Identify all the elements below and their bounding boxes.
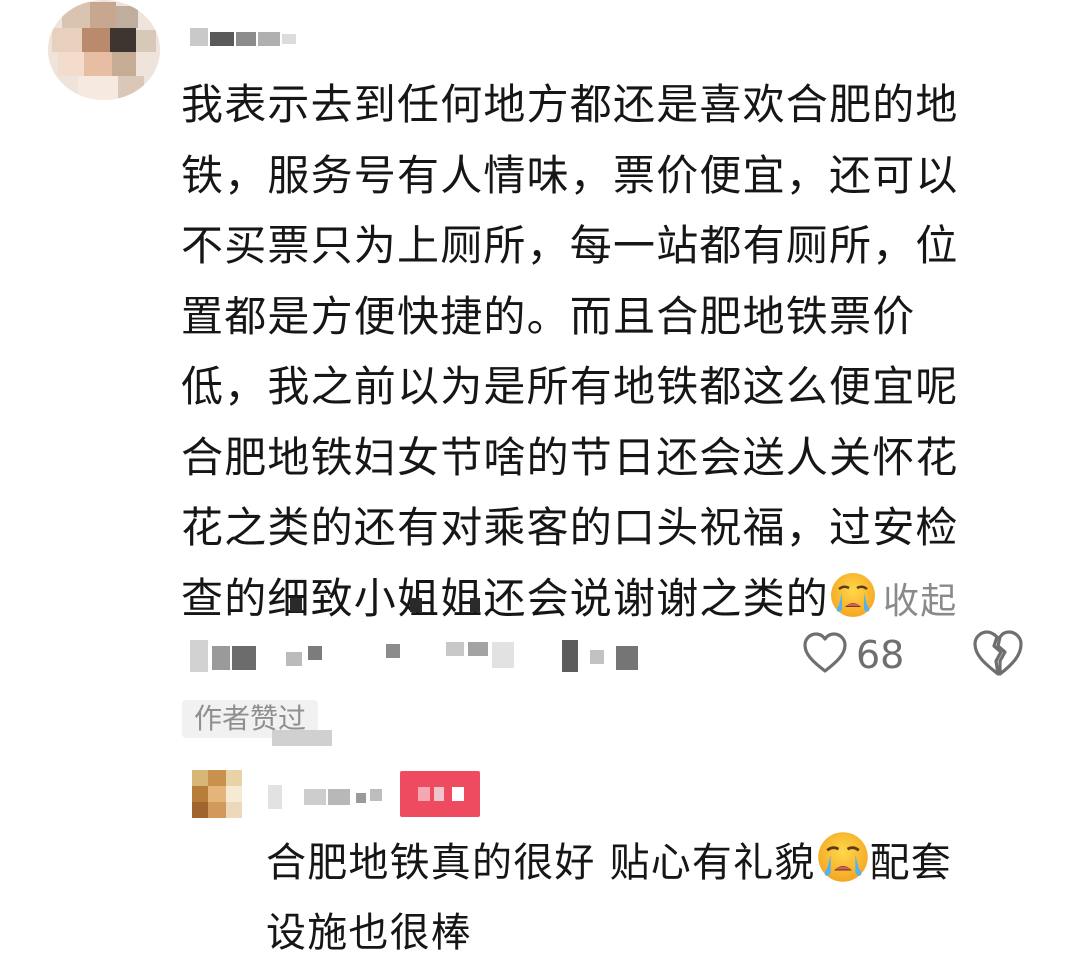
redaction-mark: [470, 598, 480, 612]
broken-heart-icon: [973, 630, 1023, 676]
comment-line: 我表示去到任何地方都还是喜欢合肥的地: [181, 80, 959, 129]
replier-name[interactable]: [268, 785, 388, 809]
crying-face-emoji-icon: [829, 570, 877, 618]
reply-line: 设施也很棒: [266, 910, 472, 956]
author-badge: [400, 771, 480, 817]
like-button[interactable]: 68: [802, 630, 912, 680]
comment-body: 我表示去到任何地方都还是喜欢合肥的地 铁，服务号有人情味，票价便宜，还可以 不买…: [181, 70, 1011, 637]
collapse-button[interactable]: 收起: [883, 581, 957, 622]
comment-line: 置都是方便快捷的。而且合肥地铁票价: [181, 291, 916, 341]
redaction-mark: [272, 730, 332, 746]
reply-text-part2: 配套: [869, 840, 952, 886]
commenter-name[interactable]: [190, 14, 320, 50]
redaction-mark: [290, 598, 302, 612]
dislike-button[interactable]: [970, 628, 1026, 680]
comment-line: 铁，服务号有人情味，票价便宜，还可以: [181, 150, 959, 200]
comment-meta: [190, 636, 650, 676]
crying-face-emoji-icon: [816, 830, 870, 884]
comment-line: 合肥地铁妇女节啥的节日还会送人关怀花: [181, 432, 959, 482]
redaction-mark: [410, 598, 422, 612]
reply-text-part1: 合肥地铁真的很好 贴心有礼貌: [266, 840, 816, 886]
comment-line: 不买票只为上厕所，每一站都有厕所，位: [181, 221, 959, 270]
comment-line: 低，我之前以为是所有地铁都这么便宜呢: [181, 362, 959, 411]
comment-line: 花之类的还有对乘客的口头祝福，过安检: [181, 503, 959, 552]
reply-body: 合肥地铁真的很好 贴心有礼貌 配套 设施也很棒: [266, 828, 1056, 968]
replier-avatar[interactable]: [192, 770, 242, 818]
reply-line: 合肥地铁真的很好 贴心有礼貌 配套: [266, 828, 1056, 898]
comment-line-text: 查的细致小姐姐还会说谢谢之类的: [181, 573, 830, 623]
heart-icon: [802, 631, 848, 679]
commenter-avatar[interactable]: [48, 0, 160, 100]
like-count: 68: [856, 633, 905, 677]
comment-line-last: 查的细致小姐姐还会说谢谢之类的 收起: [181, 564, 1011, 638]
